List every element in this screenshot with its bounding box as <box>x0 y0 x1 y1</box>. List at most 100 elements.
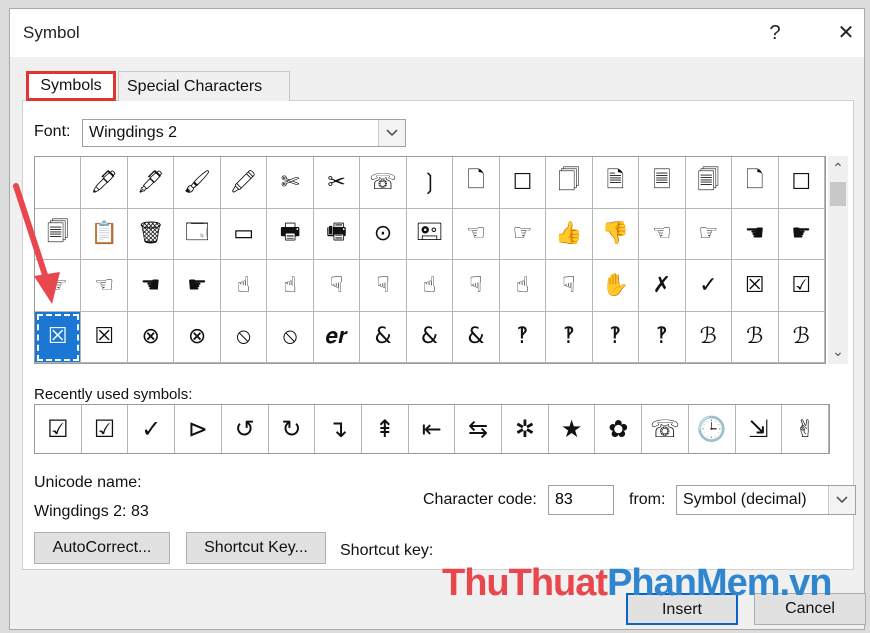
symbol-cell[interactable]: ❳ <box>406 157 454 209</box>
symbol-cell[interactable]: ☞ <box>685 208 733 260</box>
symbol-cell[interactable]: 🗏 <box>639 157 686 209</box>
recent-symbol-cell[interactable]: ☑ <box>82 405 129 453</box>
symbol-cell[interactable]: ⊙ <box>360 208 407 260</box>
symbol-cell[interactable]: ‽ <box>499 311 547 363</box>
watermark-part2: PhanMem.vn <box>607 562 832 604</box>
symbol-cell[interactable]: 🗋 <box>732 157 779 209</box>
symbol-cell[interactable]: ☐ <box>499 157 547 209</box>
symbol-cell[interactable]: ‽ <box>639 311 686 363</box>
symbol-cell[interactable]: ☝ <box>406 260 454 312</box>
recent-symbol-cell[interactable]: ★ <box>549 405 596 453</box>
recent-symbol-cell[interactable]: ↴ <box>315 405 362 453</box>
symbol-cell[interactable]: ℬ <box>685 311 733 363</box>
symbol-cell[interactable]: ☚ <box>732 208 779 260</box>
symbol-cell[interactable]: 🗔 <box>174 208 221 260</box>
symbol-cell[interactable]: 🖊 <box>81 157 128 209</box>
symbol-cell[interactable]: 👍 <box>546 208 593 260</box>
symbol-cell[interactable]: ▭ <box>220 208 268 260</box>
scroll-up-icon[interactable]: ⌃ <box>828 160 848 177</box>
recent-symbol-cell[interactable]: 🕒 <box>689 405 736 453</box>
symbol-cell[interactable]: & <box>406 311 454 363</box>
symbol-cell[interactable]: 🗑 <box>127 208 175 260</box>
close-button[interactable]: ✕ <box>828 19 864 47</box>
symbol-cell[interactable]: ⊗ <box>174 311 221 363</box>
symbol-cell[interactable]: ☒ <box>81 311 128 363</box>
recent-symbol-cell[interactable]: ⇞ <box>362 405 409 453</box>
symbol-cell[interactable]: ⊗ <box>127 311 175 363</box>
symbol-cell[interactable]: ⦸ <box>220 311 268 363</box>
symbol-cell[interactable]: ☛ <box>778 208 825 260</box>
character-code-input[interactable] <box>548 485 614 515</box>
symbol-cell[interactable]: ☟ <box>546 260 593 312</box>
chevron-down-icon[interactable] <box>378 120 405 146</box>
symbol-cell[interactable]: ☑ <box>778 260 825 312</box>
symbol-cell[interactable]: ☒ <box>732 260 779 312</box>
symbol-cell[interactable]: 📋 <box>81 208 128 260</box>
shortcut-key-button[interactable]: Shortcut Key... <box>186 532 326 564</box>
symbol-cell[interactable]: ✗ <box>639 260 686 312</box>
symbol-cell-selected[interactable]: ☒ <box>35 311 82 363</box>
recent-symbol-cell[interactable]: ✿ <box>595 405 643 453</box>
recent-symbol-cell[interactable]: ⇲ <box>736 405 783 453</box>
symbol-cell[interactable]: ⦸ <box>267 311 314 363</box>
symbol-cell[interactable]: 🖭 <box>406 208 454 260</box>
chevron-down-icon[interactable] <box>828 486 855 514</box>
symbol-cell[interactable]: 🗐 <box>685 157 733 209</box>
recent-symbol-cell[interactable]: ↻ <box>269 405 316 453</box>
symbol-cell[interactable]: ✂ <box>313 157 361 209</box>
recent-symbol-cell[interactable]: ✓ <box>128 405 176 453</box>
symbol-cell[interactable]: ✄ <box>267 157 314 209</box>
symbol-cell[interactable]: ☚ <box>127 260 175 312</box>
recent-symbol-cell[interactable]: ☑ <box>35 405 82 453</box>
symbol-cell[interactable]: ‽ <box>546 311 593 363</box>
symbol-cell[interactable]: ☐ <box>778 157 825 209</box>
symbol-cell[interactable]: ☟ <box>453 260 500 312</box>
tab-special-characters[interactable]: Special Characters <box>118 71 290 101</box>
symbol-cell[interactable]: ☝ <box>267 260 314 312</box>
symbol-cell[interactable]: ✋ <box>592 260 640 312</box>
symbol-cell[interactable]: ℬ <box>778 311 825 363</box>
tab-symbols[interactable]: Symbols <box>26 71 116 101</box>
symbol-cell[interactable]: ☜ <box>639 208 686 260</box>
symbol-cell[interactable]: 🗍 <box>546 157 593 209</box>
recent-symbol-cell[interactable]: ⇤ <box>409 405 456 453</box>
font-dropdown[interactable]: Wingdings 2 <box>82 119 406 147</box>
symbol-cell[interactable]: 👎 <box>592 208 640 260</box>
symbol-cell[interactable]: 🖋 <box>127 157 175 209</box>
symbol-cell[interactable]: ‽ <box>592 311 640 363</box>
symbol-cell[interactable]: 🖷 <box>313 208 361 260</box>
symbol-cell[interactable]: ☟ <box>313 260 361 312</box>
symbol-cell[interactable]: ☞ <box>499 208 547 260</box>
symbol-cell[interactable]: & <box>360 311 407 363</box>
watermark-part1: ThuThuat <box>442 562 608 604</box>
recent-symbol-cell[interactable]: ⊳ <box>175 405 222 453</box>
symbol-cell[interactable]: ☝ <box>220 260 268 312</box>
from-dropdown[interactable]: Symbol (decimal) <box>676 485 856 515</box>
recent-symbol-cell[interactable]: ✌ <box>782 405 829 453</box>
symbol-cell[interactable]: ✓ <box>685 260 733 312</box>
symbol-cell[interactable]: 🗋 <box>453 157 500 209</box>
symbol-cell[interactable]: ☜ <box>81 260 128 312</box>
symbol-cell[interactable]: ☏ <box>360 157 407 209</box>
scroll-thumb[interactable] <box>830 182 846 206</box>
symbol-cell[interactable]: ☜ <box>453 208 500 260</box>
recent-symbol-cell[interactable]: ✲ <box>502 405 549 453</box>
symbol-cell[interactable]: ℬ <box>732 311 779 363</box>
symbol-cell[interactable]: ☟ <box>360 260 407 312</box>
symbol-cell[interactable]: & <box>453 311 500 363</box>
autocorrect-button[interactable]: AutoCorrect... <box>34 532 170 564</box>
recent-symbol-cell[interactable]: ↺ <box>222 405 269 453</box>
help-button[interactable]: ? <box>757 19 793 47</box>
from-dropdown-value: Symbol (decimal) <box>683 491 807 508</box>
symbol-cell[interactable]: 🗎 <box>592 157 640 209</box>
symbol-grid-scrollbar[interactable]: ⌃ ⌄ <box>828 156 848 364</box>
recent-symbol-cell[interactable]: ⇆ <box>455 405 503 453</box>
symbol-cell[interactable]: ☛ <box>174 260 221 312</box>
symbol-cell[interactable]: 🖌 <box>174 157 221 209</box>
scroll-down-icon[interactable]: ⌄ <box>828 343 848 360</box>
symbol-cell[interactable]: 🖶 <box>267 208 314 260</box>
recent-symbol-cell[interactable]: ☏ <box>642 405 689 453</box>
symbol-cell[interactable]: 🖍 <box>220 157 268 209</box>
symbol-cell[interactable]: ☝ <box>499 260 547 312</box>
symbol-cell[interactable]: 𝒆𝒓 <box>313 311 361 363</box>
